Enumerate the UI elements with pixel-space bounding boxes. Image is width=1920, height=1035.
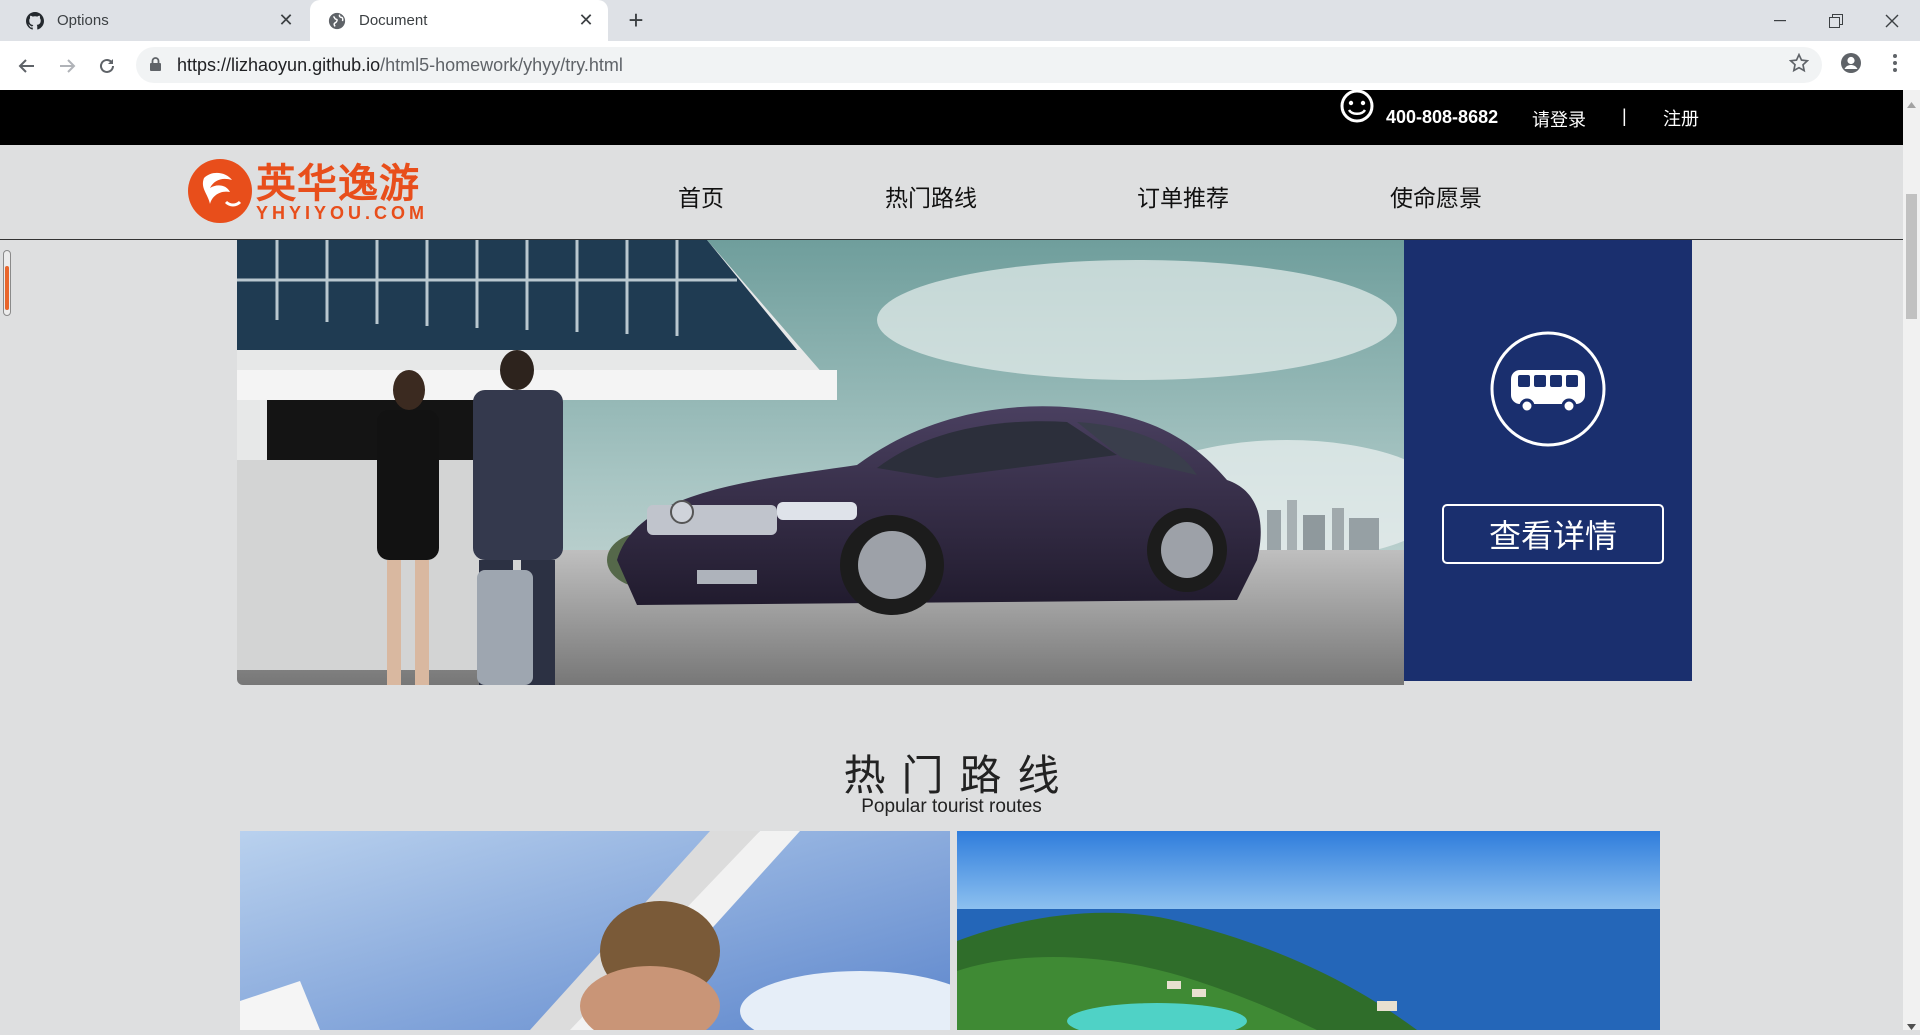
bookmark-star-icon[interactable]	[1788, 52, 1810, 78]
nav-home[interactable]: 首页	[678, 179, 724, 213]
globe-icon	[327, 11, 347, 31]
nav-hot-routes[interactable]: 热门路线	[885, 179, 977, 213]
github-icon	[25, 11, 45, 31]
close-tab-icon[interactable]: ✕	[574, 10, 598, 31]
login-link[interactable]: 请登录	[1532, 106, 1586, 132]
bus-icon	[1489, 330, 1607, 453]
close-icon	[1885, 14, 1899, 27]
close-tab-icon[interactable]: ✕	[274, 10, 298, 31]
reload-icon	[100, 58, 114, 73]
nav-mission-vision[interactable]: 使命愿景	[1390, 179, 1482, 213]
service-smile-icon	[1337, 90, 1379, 133]
topbar-separator: |	[1622, 106, 1627, 126]
section-title: 热门路线	[843, 752, 1076, 799]
top-bar	[0, 90, 1903, 145]
tab-label: Document	[359, 12, 428, 29]
close-window-button[interactable]	[1864, 0, 1920, 41]
banner-side-panel	[1404, 240, 1692, 681]
scroll-down-arrow-icon[interactable]	[1907, 1017, 1916, 1035]
restore-icon	[1829, 13, 1843, 28]
url-text[interactable]: https://lizhaoyun.github.io/html5-homewo…	[177, 53, 623, 77]
scroll-up-arrow-icon[interactable]	[1907, 95, 1916, 113]
tab-label: Options	[57, 12, 109, 29]
register-link[interactable]: 注册	[1663, 105, 1699, 131]
tab-document[interactable]: Document ✕	[310, 0, 608, 41]
restore-button[interactable]	[1808, 0, 1864, 41]
lock-icon[interactable]	[150, 57, 161, 76]
route-card-2-image[interactable]	[957, 831, 1660, 1030]
menu-kebab-icon[interactable]	[1892, 53, 1898, 78]
new-tab-button[interactable]: +	[622, 7, 650, 35]
url-path: /html5-homework/yhyy/try.html	[380, 55, 623, 75]
phone-number: 400-808-8682	[1386, 107, 1499, 127]
reload-button[interactable]	[91, 50, 123, 82]
banner-image	[237, 240, 1404, 685]
back-button[interactable]	[11, 50, 43, 82]
view-details-button[interactable]: 查看详情	[1442, 504, 1664, 564]
logo-english-text: YHYIYOU.COM	[256, 203, 429, 223]
url-host: https://lizhaoyun.github.io	[177, 55, 381, 75]
profile-avatar-icon[interactable]	[1840, 52, 1862, 79]
forward-button[interactable]	[51, 50, 83, 82]
tab-options[interactable]: Options ✕	[8, 0, 308, 41]
logo-chinese-text: 英华逸游	[256, 162, 420, 206]
minimize-button[interactable]	[1752, 0, 1808, 41]
side-mini-scrollbar-thumb[interactable]	[5, 266, 9, 310]
forward-arrow-icon	[60, 59, 76, 73]
back-arrow-icon	[18, 59, 34, 73]
route-card-1-image[interactable]	[240, 831, 950, 1030]
web-page: 400-808-8682 请登录 | 注册 英华逸游 YHYIYOU.COM 首…	[0, 90, 1903, 1030]
minimize-icon	[1774, 19, 1786, 21]
nav-order-recommend[interactable]: 订单推荐	[1137, 179, 1229, 213]
page-scrollbar-thumb[interactable]	[1906, 194, 1917, 319]
section-subtitle: Popular tourist routes	[861, 796, 1042, 817]
